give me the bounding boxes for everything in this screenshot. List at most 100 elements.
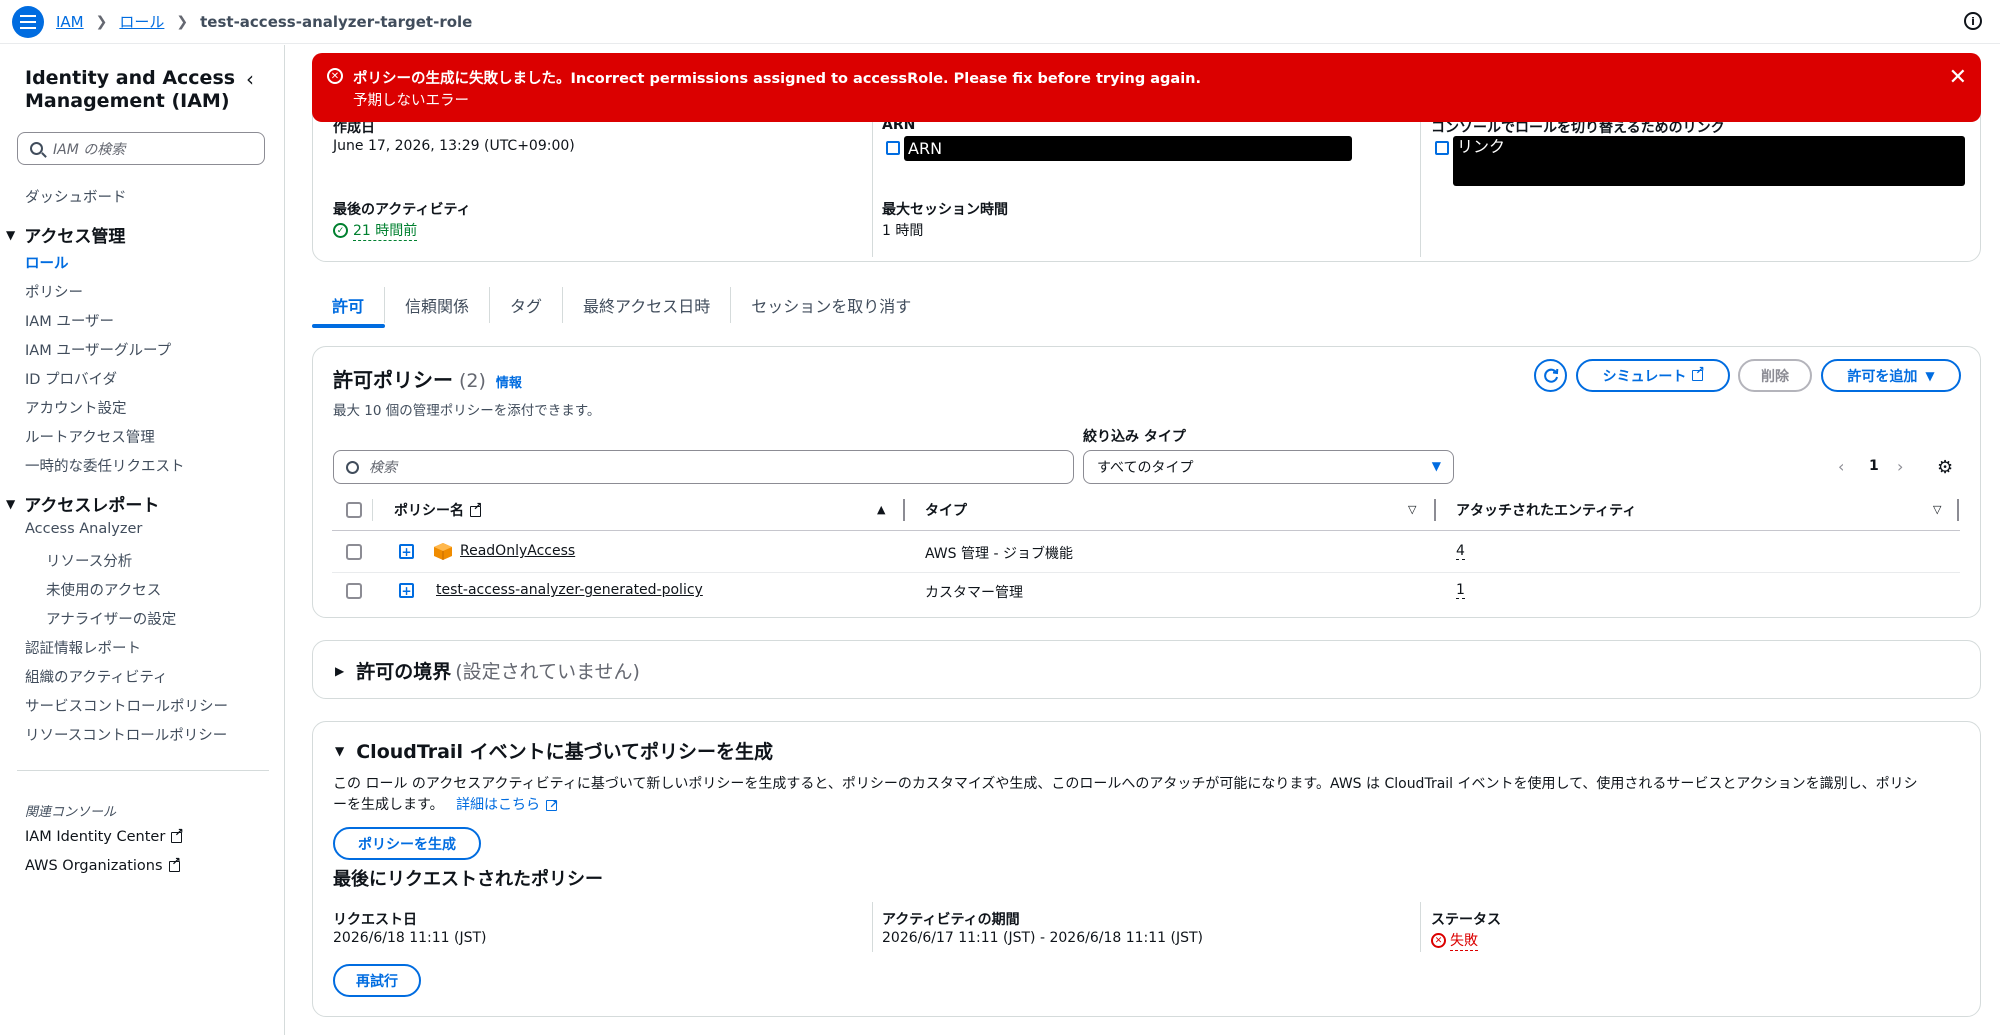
switch-role-link-redacted[interactable]: リンク [1453,136,1965,186]
row-checkbox[interactable] [346,544,362,560]
refresh-button[interactable] [1534,359,1567,392]
copy-icon[interactable] [1435,141,1449,155]
external-link-icon [1692,364,1705,381]
sidebar-item-credential-report[interactable]: 認証情報レポート [25,637,141,658]
request-date-label: リクエスト日 [333,912,417,928]
last-activity-label: 最後のアクティビティ [333,202,471,218]
column-header-attached-entities[interactable]: アタッチされたエンティティ [1456,500,1636,520]
sidebar-section-access-reports[interactable]: ▼ アクセスレポート [6,491,159,516]
page-number[interactable]: 1 [1869,458,1879,474]
search-icon [346,460,359,474]
status-label: ステータス [1431,912,1501,928]
tab-revoke-sessions[interactable]: セッションを取り消す [731,287,931,323]
sidebar-item-dashboard[interactable]: ダッシュボード [25,186,127,207]
menu-icon[interactable] [12,5,44,38]
sidebar-item-account-settings[interactable]: アカウント設定 [25,397,127,418]
top-navigation: IAM ❯ ロール ❯ test-access-analyzer-target-… [0,0,2000,44]
cloudtrail-header[interactable]: ▼ CloudTrail イベントに基づいてポリシーを生成 [335,737,773,764]
policy-link-readonlyaccess[interactable]: ReadOnlyAccess [460,543,575,559]
filter-type-select[interactable]: すべてのタイプ ▼ [1083,450,1454,484]
row-divider [332,572,1960,573]
sidebar-item-roles[interactable]: ロール [25,252,69,273]
arn-value-redacted: ARN [904,136,1352,161]
external-link-icon [546,794,558,815]
sidebar-divider [17,770,269,771]
sidebar-section-access-mgmt[interactable]: ▼ アクセス管理 [6,222,125,247]
attached-entities-count[interactable]: 1 [1456,582,1465,599]
column-header-type[interactable]: タイプ [925,500,967,520]
copy-icon[interactable] [886,141,900,155]
sidebar-item-unused-access[interactable]: 未使用のアクセス [46,579,161,600]
tab-trust-relationships[interactable]: 信頼関係 [385,287,491,323]
sidebar-item-users[interactable]: IAM ユーザー [25,310,114,331]
sidebar-item-delegation[interactable]: 一時的な委任リクエスト [25,455,185,476]
sidebar-item-access-analyzer[interactable]: Access Analyzer [25,521,142,537]
permissions-boundary-card[interactable]: ▶ 許可の境界 (設定されていません) [312,640,1981,699]
policy-link-generated-policy[interactable]: test-access-analyzer-generated-policy [436,582,703,598]
tab-permissions[interactable]: 許可 [312,287,386,323]
close-icon[interactable]: ✕ [1949,65,1967,90]
max-session-label: 最大セッション時間 [882,202,1008,218]
sidebar-item-id-providers[interactable]: ID プロバイダ [25,368,117,389]
caret-right-icon: ▶ [335,663,345,678]
breadcrumb-current: test-access-analyzer-target-role [200,12,473,31]
retry-button[interactable]: 再試行 [333,964,421,997]
simulate-button[interactable]: シミュレート [1576,359,1730,392]
sort-icon[interactable]: ▽ [1933,503,1941,516]
activity-period-label: アクティビティの期間 [882,912,1020,928]
info-link[interactable]: 情報 [496,372,522,391]
sidebar-title: Identity and Access Management (IAM) [25,67,236,112]
caret-down-icon: ▼ [1925,368,1935,383]
sidebar-item-scp[interactable]: サービスコントロールポリシー [25,695,228,716]
sidebar-item-identity-center[interactable]: IAM Identity Center [25,826,184,846]
search-icon [30,142,43,155]
policy-search-input[interactable]: 検索 [333,450,1074,484]
sidebar: Identity and Access Management (IAM) ‹ I… [0,45,285,1035]
external-link-icon [470,500,482,517]
sidebar-item-user-groups[interactable]: IAM ユーザーグループ [25,339,171,360]
caret-down-icon: ▼ [6,496,16,511]
chevron-right-icon: ❯ [176,13,189,30]
refresh-icon [1543,368,1558,383]
sort-icon[interactable]: ▽ [1408,503,1416,516]
column-header-policy-name[interactable]: ポリシー名 [394,500,482,520]
collapse-icon[interactable]: ‹ [246,67,254,91]
sidebar-item-policies[interactable]: ポリシー [25,281,83,302]
sidebar-item-analyzer-settings[interactable]: アナライザーの設定 [46,608,176,629]
caret-down-icon: ▼ [335,743,345,758]
tab-last-accessed[interactable]: 最終アクセス日時 [563,287,732,323]
sort-ascending-icon[interactable]: ▲ [877,503,885,516]
prev-page-icon[interactable]: ‹ [1838,457,1844,476]
attached-entities-count[interactable]: 4 [1456,543,1465,560]
breadcrumb-iam[interactable]: IAM [56,13,84,31]
sidebar-item-rcp[interactable]: リソースコントロールポリシー [25,724,227,745]
next-page-icon[interactable]: › [1897,457,1903,476]
status-value[interactable]: ✕ 失敗 [1431,930,1478,951]
learn-more-link[interactable]: 詳細はこちら [456,794,558,815]
sidebar-item-root-access[interactable]: ルートアクセス管理 [25,426,155,447]
permissions-boundary-header[interactable]: ▶ 許可の境界 (設定されていません) [335,657,640,684]
expand-row-icon[interactable]: + [399,544,414,559]
sidebar-search-input[interactable]: IAM の検索 [17,132,265,165]
select-all-checkbox[interactable] [346,502,362,518]
max-session-value: 1 時間 [882,223,924,239]
generate-policy-button[interactable]: ポリシーを生成 [333,827,481,860]
breadcrumb-roles[interactable]: ロール [119,11,164,32]
sidebar-item-resource-analysis[interactable]: リソース分析 [46,550,132,571]
column-divider [903,499,905,521]
tab-tags[interactable]: タグ [490,287,564,323]
permissions-description: 最大 10 個の管理ポリシーを添付できます。 [333,403,601,419]
expand-row-icon[interactable]: + [399,583,414,598]
add-permissions-button[interactable]: 許可を追加 ▼ [1821,359,1961,392]
info-icon[interactable]: i [1964,12,1982,30]
settings-gear-icon[interactable]: ⚙ [1937,457,1953,478]
caret-down-icon: ▼ [1431,459,1441,473]
delete-button[interactable]: 削除 [1738,359,1812,392]
sidebar-item-organizations[interactable]: AWS Organizations [25,855,181,875]
error-alert: ✕ ポリシーの生成に失敗しました。Incorrect permissions a… [312,53,1981,122]
sidebar-item-org-activity[interactable]: 組織のアクティビティ [25,666,168,687]
divider [872,107,873,257]
row-checkbox[interactable] [346,583,362,599]
error-icon: ✕ [327,68,343,84]
permissions-count: (2) [459,370,486,392]
